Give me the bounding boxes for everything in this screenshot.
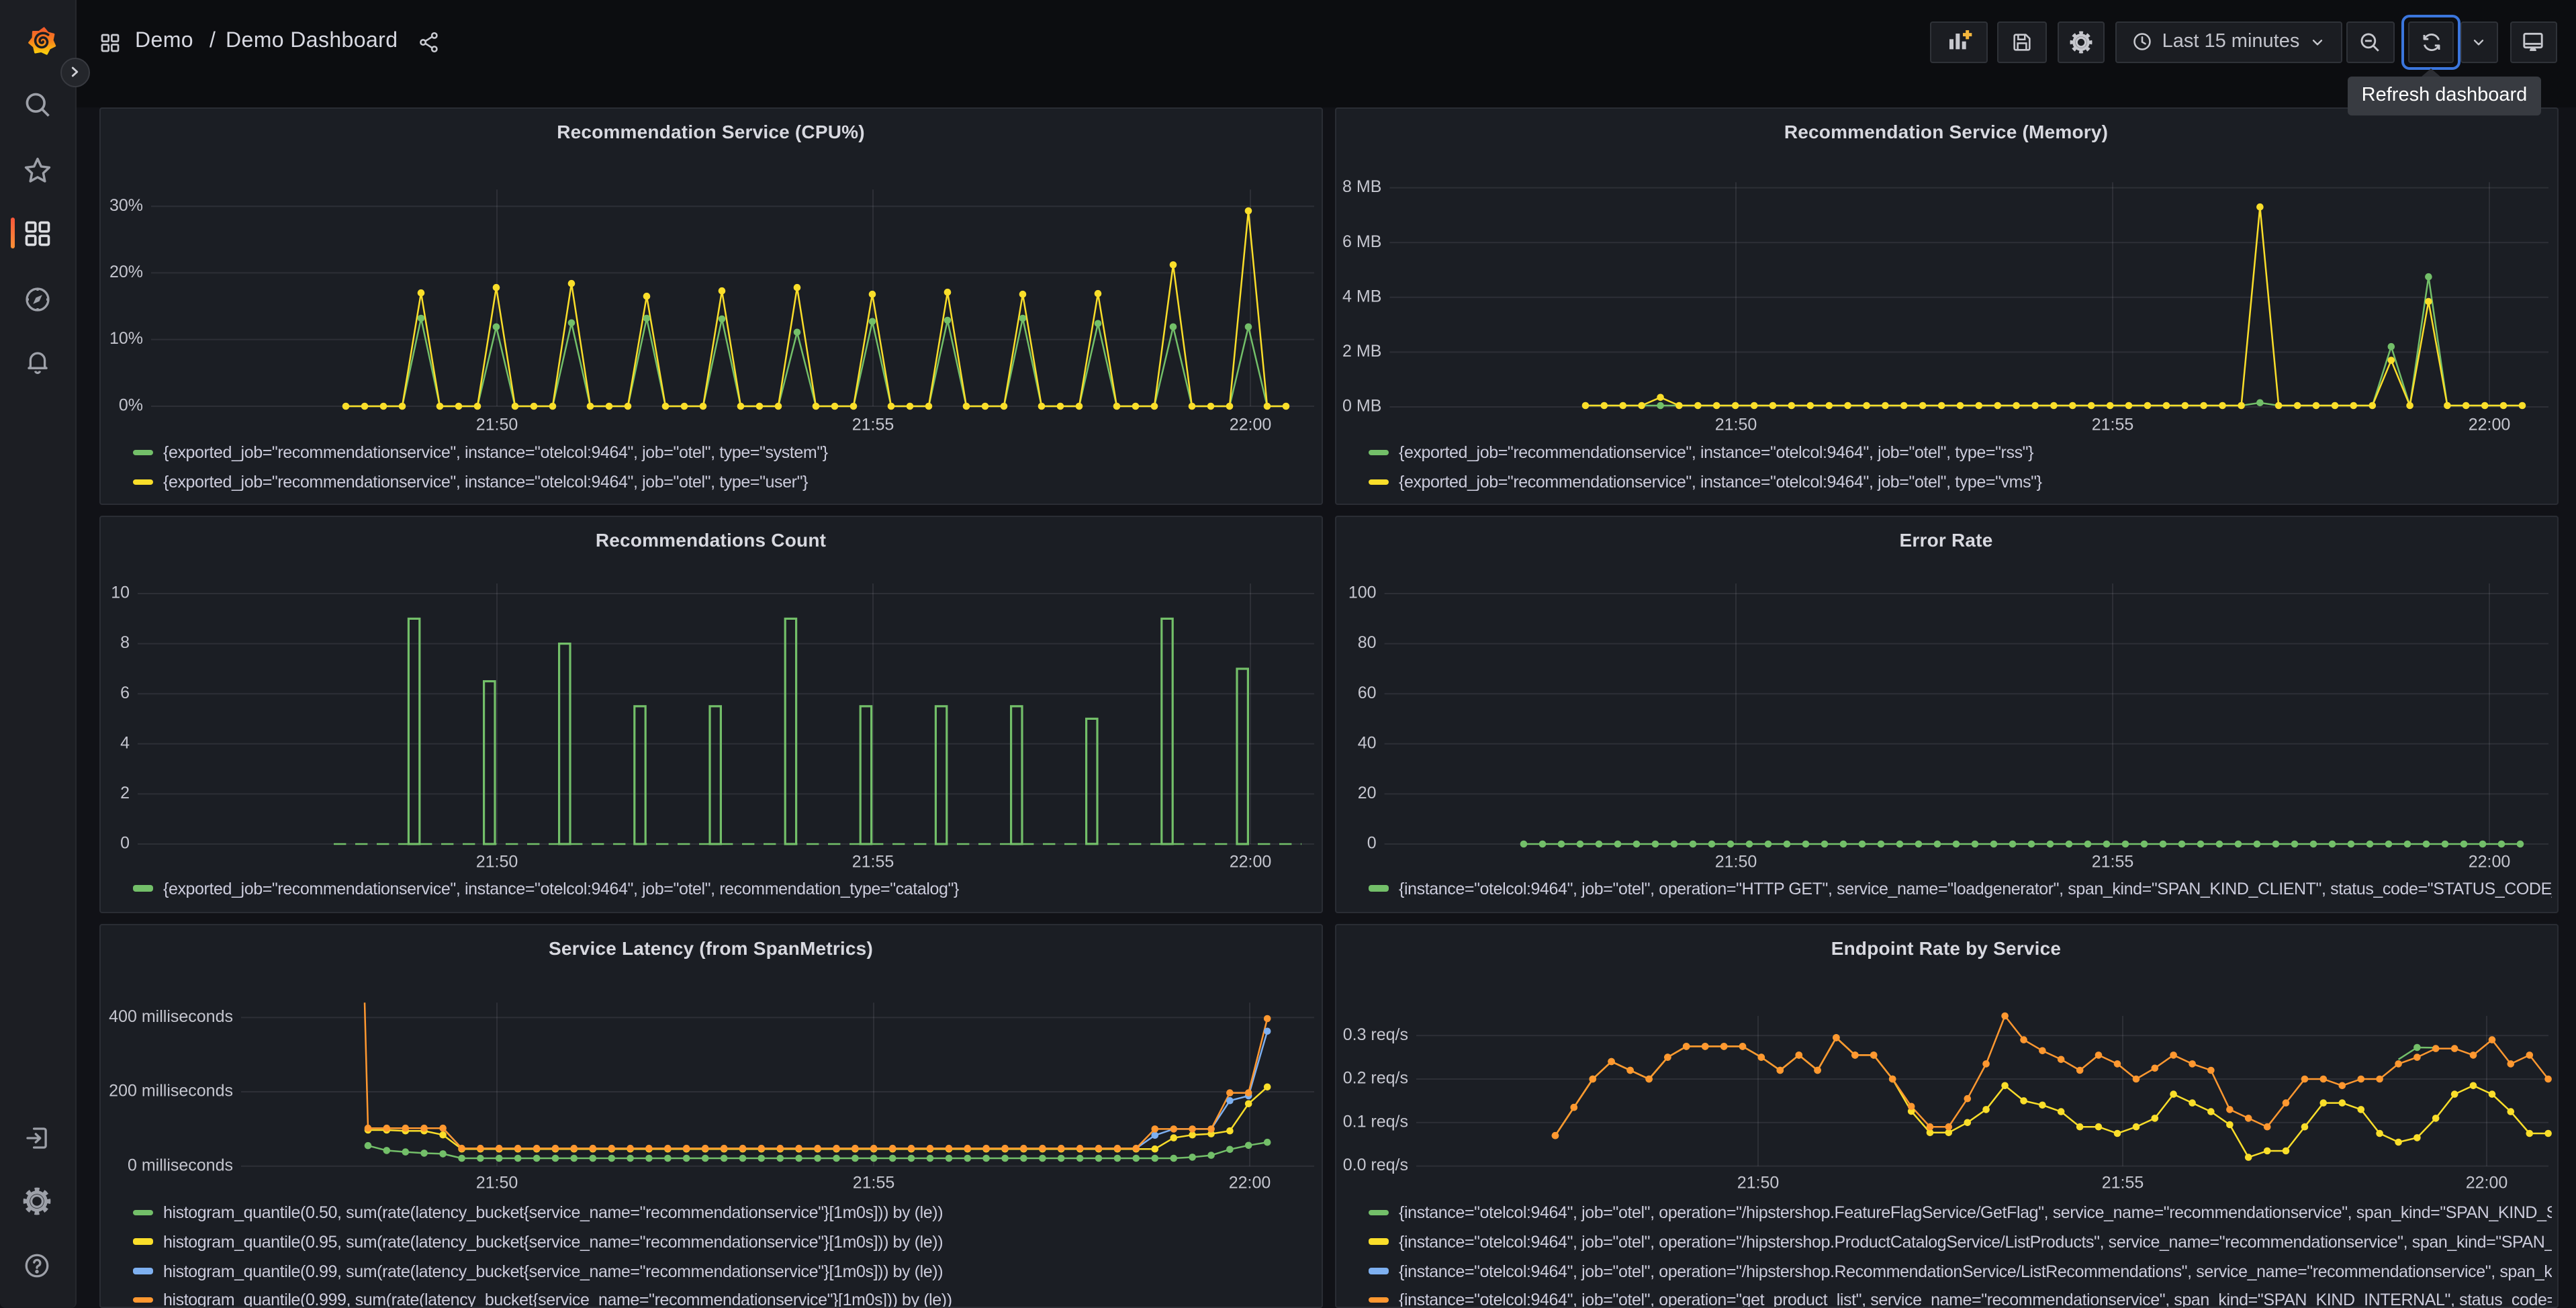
- svg-text:30%: 30%: [109, 196, 142, 215]
- svg-text:0: 0: [120, 834, 129, 853]
- svg-text:21:55: 21:55: [852, 853, 894, 872]
- svg-text:20: 20: [1357, 784, 1376, 802]
- svg-text:6: 6: [120, 684, 129, 702]
- svg-text:21:55: 21:55: [2091, 416, 2133, 434]
- svg-text:400 milliseconds: 400 milliseconds: [108, 1007, 232, 1026]
- svg-text:22:00: 22:00: [2465, 1174, 2508, 1193]
- svg-text:0.1 req/s: 0.1 req/s: [1342, 1112, 1408, 1131]
- svg-text:0.2 req/s: 0.2 req/s: [1342, 1069, 1408, 1088]
- svg-text:80: 80: [1357, 633, 1376, 652]
- svg-text:21:50: 21:50: [1714, 853, 1757, 872]
- svg-text:4 MB: 4 MB: [1342, 287, 1381, 306]
- svg-text:2: 2: [120, 784, 129, 802]
- svg-text:21:50: 21:50: [1737, 1174, 1779, 1193]
- svg-text:200 milliseconds: 200 milliseconds: [108, 1082, 232, 1101]
- svg-text:21:55: 21:55: [2091, 853, 2133, 872]
- svg-text:4: 4: [120, 733, 129, 752]
- svg-text:0.0 req/s: 0.0 req/s: [1342, 1156, 1408, 1174]
- svg-text:8: 8: [120, 633, 129, 652]
- svg-text:8 MB: 8 MB: [1342, 177, 1381, 196]
- svg-text:10%: 10%: [109, 329, 142, 348]
- svg-text:22:00: 22:00: [1229, 853, 1271, 872]
- svg-text:0 MB: 0 MB: [1342, 397, 1381, 416]
- svg-text:21:55: 21:55: [2101, 1174, 2144, 1193]
- svg-text:2 MB: 2 MB: [1342, 342, 1381, 361]
- svg-text:22:00: 22:00: [1228, 1174, 1271, 1193]
- svg-text:40: 40: [1357, 733, 1376, 752]
- svg-text:0%: 0%: [118, 396, 142, 415]
- svg-text:22:00: 22:00: [2468, 853, 2510, 872]
- svg-text:21:50: 21:50: [1714, 416, 1757, 434]
- svg-text:10: 10: [110, 583, 129, 602]
- svg-text:0.3 req/s: 0.3 req/s: [1342, 1025, 1408, 1044]
- svg-text:21:50: 21:50: [475, 416, 518, 434]
- svg-text:22:00: 22:00: [1229, 416, 1271, 434]
- svg-text:21:50: 21:50: [475, 853, 518, 872]
- svg-text:21:55: 21:55: [852, 1174, 894, 1193]
- svg-text:0 milliseconds: 0 milliseconds: [127, 1156, 232, 1174]
- svg-text:21:50: 21:50: [475, 1174, 518, 1193]
- svg-text:21:55: 21:55: [852, 416, 894, 434]
- svg-text:20%: 20%: [109, 263, 142, 281]
- svg-text:100: 100: [1348, 583, 1376, 602]
- svg-text:6 MB: 6 MB: [1342, 232, 1381, 251]
- svg-text:0: 0: [1367, 834, 1376, 853]
- svg-text:22:00: 22:00: [2468, 416, 2510, 434]
- svg-text:60: 60: [1357, 684, 1376, 702]
